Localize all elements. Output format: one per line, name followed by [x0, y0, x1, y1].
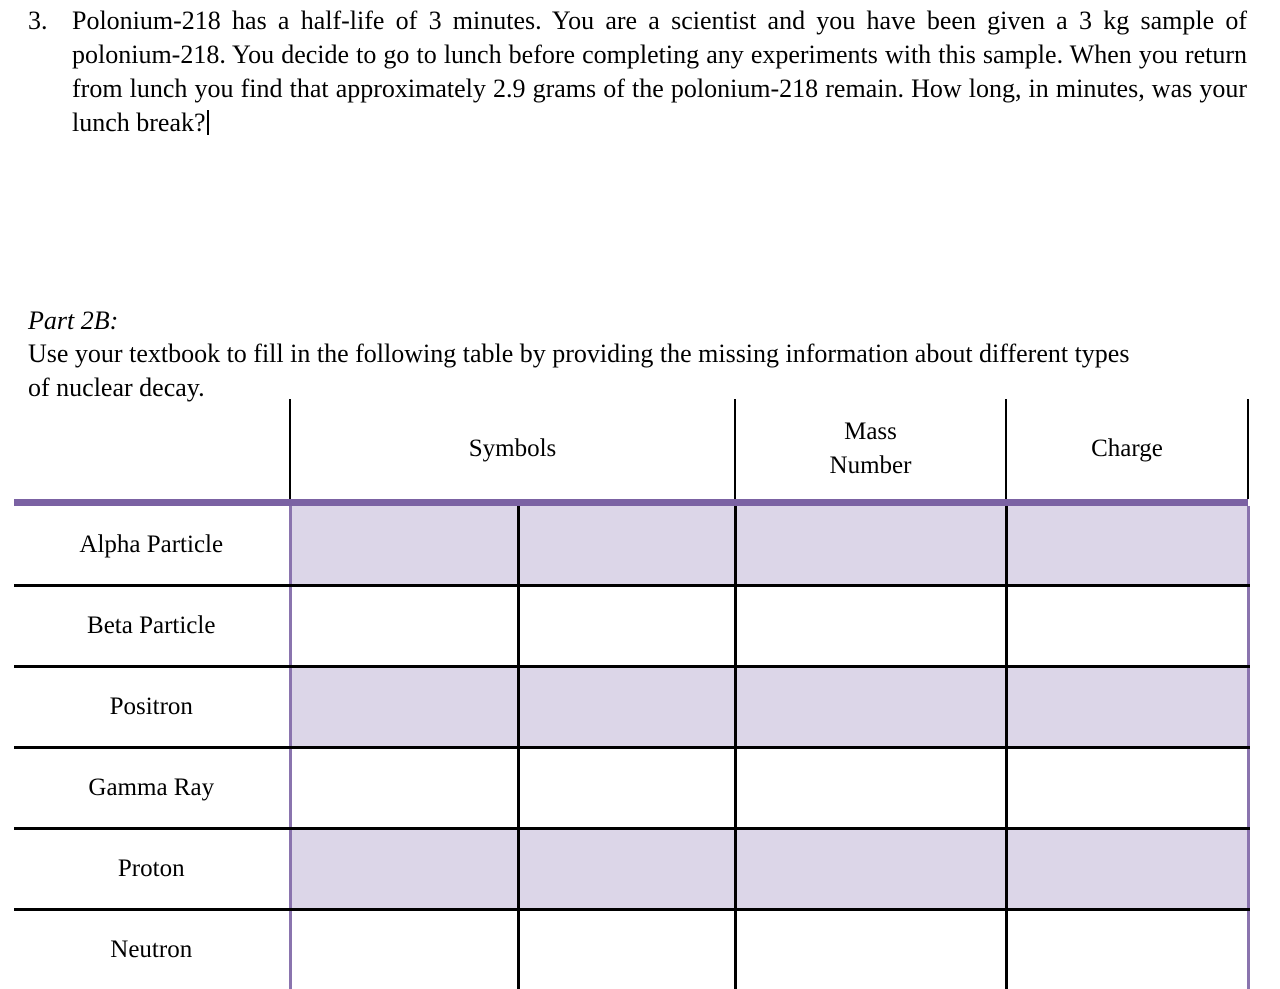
table-row: Positron: [14, 667, 1248, 748]
rule-segment-label: [14, 499, 290, 506]
cell-symbol-a-gamma-ray[interactable]: [290, 748, 518, 829]
part-2b-heading: Part 2B:: [28, 304, 118, 338]
cell-mass-number-alpha-particle[interactable]: [735, 506, 1006, 586]
part-2b-instructions: Use your textbook to fill in the followi…: [28, 337, 1153, 405]
cell-charge-positron[interactable]: [1006, 667, 1248, 748]
cell-symbol-b-beta-particle[interactable]: [518, 586, 735, 667]
table-row: Gamma Ray: [14, 748, 1248, 829]
cell-symbol-b-alpha-particle[interactable]: [518, 506, 735, 586]
table-row: Beta Particle: [14, 586, 1248, 667]
cell-symbol-a-alpha-particle[interactable]: [290, 506, 518, 586]
cell-charge-beta-particle[interactable]: [1006, 586, 1248, 667]
row-label-proton: Proton: [14, 829, 290, 910]
question-text[interactable]: Polonium-218 has a half-life of 3 minute…: [72, 0, 1247, 140]
row-label-neutron: Neutron: [14, 910, 290, 989]
table-header-row: Symbols Mass Number Charge: [14, 399, 1248, 499]
cell-mass-number-proton[interactable]: [735, 829, 1006, 910]
cell-mass-number-beta-particle[interactable]: [735, 586, 1006, 667]
nuclear-decay-table: Symbols Mass Number Charge Alpha Particl…: [14, 399, 1250, 989]
cell-symbol-b-neutron[interactable]: [518, 910, 735, 989]
nuclear-decay-table-wrapper: Symbols Mass Number Charge Alpha Particl…: [14, 399, 1248, 989]
question-line-1: Polonium-218 has a half-life of 3 minute…: [72, 6, 1129, 35]
text-cursor-caret: [207, 110, 209, 135]
cell-symbol-a-positron[interactable]: [290, 667, 518, 748]
cell-symbol-a-neutron[interactable]: [290, 910, 518, 989]
cell-mass-number-neutron[interactable]: [735, 910, 1006, 989]
header-purple-rule: [14, 499, 1248, 506]
cell-symbol-b-proton[interactable]: [518, 829, 735, 910]
table-row: Alpha Particle: [14, 506, 1248, 586]
cell-charge-gamma-ray[interactable]: [1006, 748, 1248, 829]
cell-charge-alpha-particle[interactable]: [1006, 506, 1248, 586]
cell-charge-neutron[interactable]: [1006, 910, 1248, 989]
row-label-gamma-ray: Gamma Ray: [14, 748, 290, 829]
rule-segment-sym2: [518, 499, 735, 506]
header-cell-symbols: Symbols: [290, 399, 735, 499]
header-cell-charge: Charge: [1006, 399, 1248, 499]
rule-segment-sym1: [290, 499, 518, 506]
header-cell-blank: [14, 399, 290, 499]
header-cell-mass-number: Mass Number: [735, 399, 1006, 499]
question-3-block: 3. Polonium-218 has a half-life of 3 min…: [0, 0, 1280, 140]
header-mass-line-2: Number: [736, 449, 1005, 483]
rule-segment-charge: [1006, 499, 1248, 506]
cell-charge-proton[interactable]: [1006, 829, 1248, 910]
row-label-positron: Positron: [14, 667, 290, 748]
cell-symbol-a-proton[interactable]: [290, 829, 518, 910]
cell-mass-number-gamma-ray[interactable]: [735, 748, 1006, 829]
question-number: 3.: [0, 0, 72, 38]
row-label-alpha-particle: Alpha Particle: [14, 506, 290, 586]
cell-symbol-b-positron[interactable]: [518, 667, 735, 748]
question-3-row: 3. Polonium-218 has a half-life of 3 min…: [0, 0, 1280, 140]
rule-segment-mass: [735, 499, 1006, 506]
table-row: Neutron: [14, 910, 1248, 989]
cell-symbol-b-gamma-ray[interactable]: [518, 748, 735, 829]
cell-mass-number-positron[interactable]: [735, 667, 1006, 748]
header-mass-line-1: Mass: [736, 415, 1005, 449]
row-label-beta-particle: Beta Particle: [14, 586, 290, 667]
cell-symbol-a-beta-particle[interactable]: [290, 586, 518, 667]
table-row: Proton: [14, 829, 1248, 910]
